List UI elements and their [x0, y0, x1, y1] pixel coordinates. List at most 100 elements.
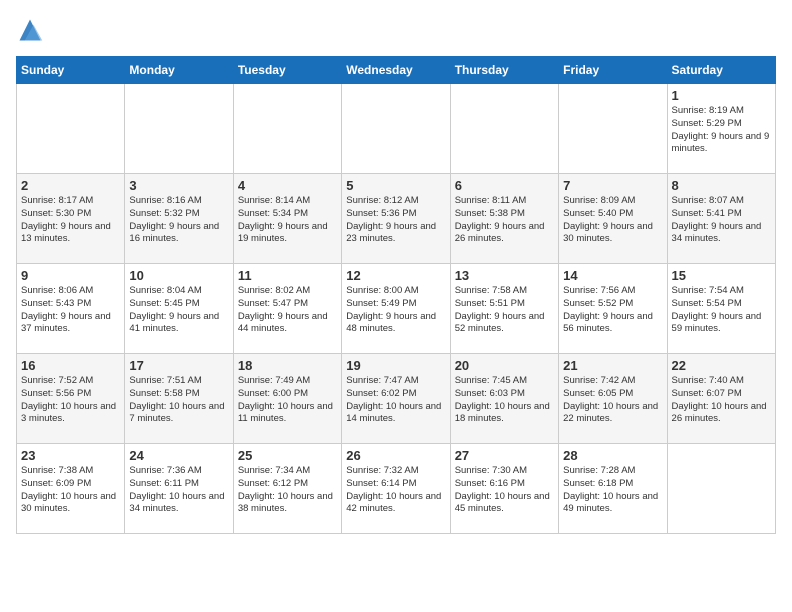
day-number: 15	[672, 268, 771, 283]
day-number: 13	[455, 268, 554, 283]
day-number: 2	[21, 178, 120, 193]
day-info: Sunrise: 7:51 AM Sunset: 5:58 PM Dayligh…	[129, 375, 228, 426]
day-number: 22	[672, 358, 771, 373]
column-header-thursday: Thursday	[450, 57, 558, 84]
calendar-cell: 16 Sunrise: 7:52 AM Sunset: 5:56 PM Dayli…	[17, 354, 125, 444]
calendar-table: SundayMondayTuesdayWednesdayThursdayFrid…	[16, 56, 776, 534]
calendar-cell	[559, 84, 667, 174]
calendar-week-row: 23 Sunrise: 7:38 AM Sunset: 6:09 PM Dayli…	[17, 444, 776, 534]
calendar-cell: 13 Sunrise: 7:58 AM Sunset: 5:51 PM Dayli…	[450, 264, 558, 354]
logo	[16, 16, 48, 44]
calendar-cell: 24 Sunrise: 7:36 AM Sunset: 6:11 PM Dayli…	[125, 444, 233, 534]
column-header-saturday: Saturday	[667, 57, 775, 84]
day-number: 28	[563, 448, 662, 463]
day-info: Sunrise: 7:54 AM Sunset: 5:54 PM Dayligh…	[672, 285, 771, 336]
calendar-cell	[342, 84, 450, 174]
calendar-cell	[125, 84, 233, 174]
day-info: Sunrise: 7:38 AM Sunset: 6:09 PM Dayligh…	[21, 465, 120, 516]
calendar-cell: 20 Sunrise: 7:45 AM Sunset: 6:03 PM Dayli…	[450, 354, 558, 444]
day-info: Sunrise: 7:56 AM Sunset: 5:52 PM Dayligh…	[563, 285, 662, 336]
day-number: 27	[455, 448, 554, 463]
day-info: Sunrise: 8:16 AM Sunset: 5:32 PM Dayligh…	[129, 195, 228, 246]
calendar-cell: 12 Sunrise: 8:00 AM Sunset: 5:49 PM Dayli…	[342, 264, 450, 354]
day-number: 5	[346, 178, 445, 193]
day-info: Sunrise: 8:12 AM Sunset: 5:36 PM Dayligh…	[346, 195, 445, 246]
day-number: 7	[563, 178, 662, 193]
day-number: 1	[672, 88, 771, 103]
calendar-cell: 3 Sunrise: 8:16 AM Sunset: 5:32 PM Daylig…	[125, 174, 233, 264]
day-info: Sunrise: 8:02 AM Sunset: 5:47 PM Dayligh…	[238, 285, 337, 336]
column-header-wednesday: Wednesday	[342, 57, 450, 84]
day-number: 3	[129, 178, 228, 193]
day-info: Sunrise: 7:58 AM Sunset: 5:51 PM Dayligh…	[455, 285, 554, 336]
day-info: Sunrise: 8:19 AM Sunset: 5:29 PM Dayligh…	[672, 105, 771, 156]
day-number: 14	[563, 268, 662, 283]
day-number: 25	[238, 448, 337, 463]
day-info: Sunrise: 7:34 AM Sunset: 6:12 PM Dayligh…	[238, 465, 337, 516]
calendar-cell	[233, 84, 341, 174]
day-info: Sunrise: 8:14 AM Sunset: 5:34 PM Dayligh…	[238, 195, 337, 246]
day-number: 16	[21, 358, 120, 373]
day-number: 24	[129, 448, 228, 463]
calendar-cell	[17, 84, 125, 174]
day-info: Sunrise: 8:17 AM Sunset: 5:30 PM Dayligh…	[21, 195, 120, 246]
day-info: Sunrise: 8:04 AM Sunset: 5:45 PM Dayligh…	[129, 285, 228, 336]
day-number: 12	[346, 268, 445, 283]
calendar-cell: 28 Sunrise: 7:28 AM Sunset: 6:18 PM Dayli…	[559, 444, 667, 534]
column-header-friday: Friday	[559, 57, 667, 84]
calendar-cell: 21Sunrise: 7:42 AM Sunset: 6:05 PM Dayli…	[559, 354, 667, 444]
calendar-cell: 22 Sunrise: 7:40 AM Sunset: 6:07 PM Dayli…	[667, 354, 775, 444]
day-info: Sunrise: 7:40 AM Sunset: 6:07 PM Dayligh…	[672, 375, 771, 426]
day-number: 19	[346, 358, 445, 373]
day-info: Sunrise: 7:47 AM Sunset: 6:02 PM Dayligh…	[346, 375, 445, 426]
day-number: 8	[672, 178, 771, 193]
calendar-cell: 2 Sunrise: 8:17 AM Sunset: 5:30 PM Daylig…	[17, 174, 125, 264]
day-number: 9	[21, 268, 120, 283]
calendar-cell: 14 Sunrise: 7:56 AM Sunset: 5:52 PM Dayli…	[559, 264, 667, 354]
calendar-cell: 5 Sunrise: 8:12 AM Sunset: 5:36 PM Daylig…	[342, 174, 450, 264]
day-info: Sunrise: 7:36 AM Sunset: 6:11 PM Dayligh…	[129, 465, 228, 516]
column-header-tuesday: Tuesday	[233, 57, 341, 84]
day-number: 21	[563, 358, 662, 373]
calendar-cell: 19 Sunrise: 7:47 AM Sunset: 6:02 PM Dayli…	[342, 354, 450, 444]
day-info: Sunrise: 7:45 AM Sunset: 6:03 PM Dayligh…	[455, 375, 554, 426]
day-info: Sunrise: 8:09 AM Sunset: 5:40 PM Dayligh…	[563, 195, 662, 246]
day-number: 6	[455, 178, 554, 193]
calendar-cell: 25 Sunrise: 7:34 AM Sunset: 6:12 PM Dayli…	[233, 444, 341, 534]
day-info: Sunrise: 8:00 AM Sunset: 5:49 PM Dayligh…	[346, 285, 445, 336]
calendar-week-row: 1 Sunrise: 8:19 AM Sunset: 5:29 PM Daylig…	[17, 84, 776, 174]
calendar-week-row: 2 Sunrise: 8:17 AM Sunset: 5:30 PM Daylig…	[17, 174, 776, 264]
day-info: Sunrise: 8:11 AM Sunset: 5:38 PM Dayligh…	[455, 195, 554, 246]
calendar-cell: 7 Sunrise: 8:09 AM Sunset: 5:40 PM Daylig…	[559, 174, 667, 264]
calendar-cell: 15 Sunrise: 7:54 AM Sunset: 5:54 PM Dayli…	[667, 264, 775, 354]
calendar-cell: 4Sunrise: 8:14 AM Sunset: 5:34 PM Daylig…	[233, 174, 341, 264]
day-number: 23	[21, 448, 120, 463]
calendar-cell: 17 Sunrise: 7:51 AM Sunset: 5:58 PM Dayli…	[125, 354, 233, 444]
logo-icon	[16, 16, 44, 44]
day-number: 18	[238, 358, 337, 373]
day-info: Sunrise: 7:32 AM Sunset: 6:14 PM Dayligh…	[346, 465, 445, 516]
calendar-week-row: 16 Sunrise: 7:52 AM Sunset: 5:56 PM Dayli…	[17, 354, 776, 444]
calendar-header-row: SundayMondayTuesdayWednesdayThursdayFrid…	[17, 57, 776, 84]
day-number: 11	[238, 268, 337, 283]
calendar-cell: 10 Sunrise: 8:04 AM Sunset: 5:45 PM Dayli…	[125, 264, 233, 354]
day-number: 20	[455, 358, 554, 373]
day-info: Sunrise: 7:28 AM Sunset: 6:18 PM Dayligh…	[563, 465, 662, 516]
column-header-sunday: Sunday	[17, 57, 125, 84]
day-info: Sunrise: 8:07 AM Sunset: 5:41 PM Dayligh…	[672, 195, 771, 246]
day-info: Sunrise: 7:49 AM Sunset: 6:00 PM Dayligh…	[238, 375, 337, 426]
day-number: 17	[129, 358, 228, 373]
calendar-cell	[450, 84, 558, 174]
calendar-cell	[667, 444, 775, 534]
calendar-cell: 23 Sunrise: 7:38 AM Sunset: 6:09 PM Dayli…	[17, 444, 125, 534]
page-header	[16, 16, 776, 44]
calendar-cell: 1 Sunrise: 8:19 AM Sunset: 5:29 PM Daylig…	[667, 84, 775, 174]
calendar-cell: 26Sunrise: 7:32 AM Sunset: 6:14 PM Dayli…	[342, 444, 450, 534]
calendar-cell: 6 Sunrise: 8:11 AM Sunset: 5:38 PM Daylig…	[450, 174, 558, 264]
calendar-cell: 9 Sunrise: 8:06 AM Sunset: 5:43 PM Daylig…	[17, 264, 125, 354]
day-info: Sunrise: 7:30 AM Sunset: 6:16 PM Dayligh…	[455, 465, 554, 516]
day-info: Sunrise: 8:06 AM Sunset: 5:43 PM Dayligh…	[21, 285, 120, 336]
day-info: Sunrise: 7:52 AM Sunset: 5:56 PM Dayligh…	[21, 375, 120, 426]
day-number: 10	[129, 268, 228, 283]
calendar-cell: 11 Sunrise: 8:02 AM Sunset: 5:47 PM Dayli…	[233, 264, 341, 354]
